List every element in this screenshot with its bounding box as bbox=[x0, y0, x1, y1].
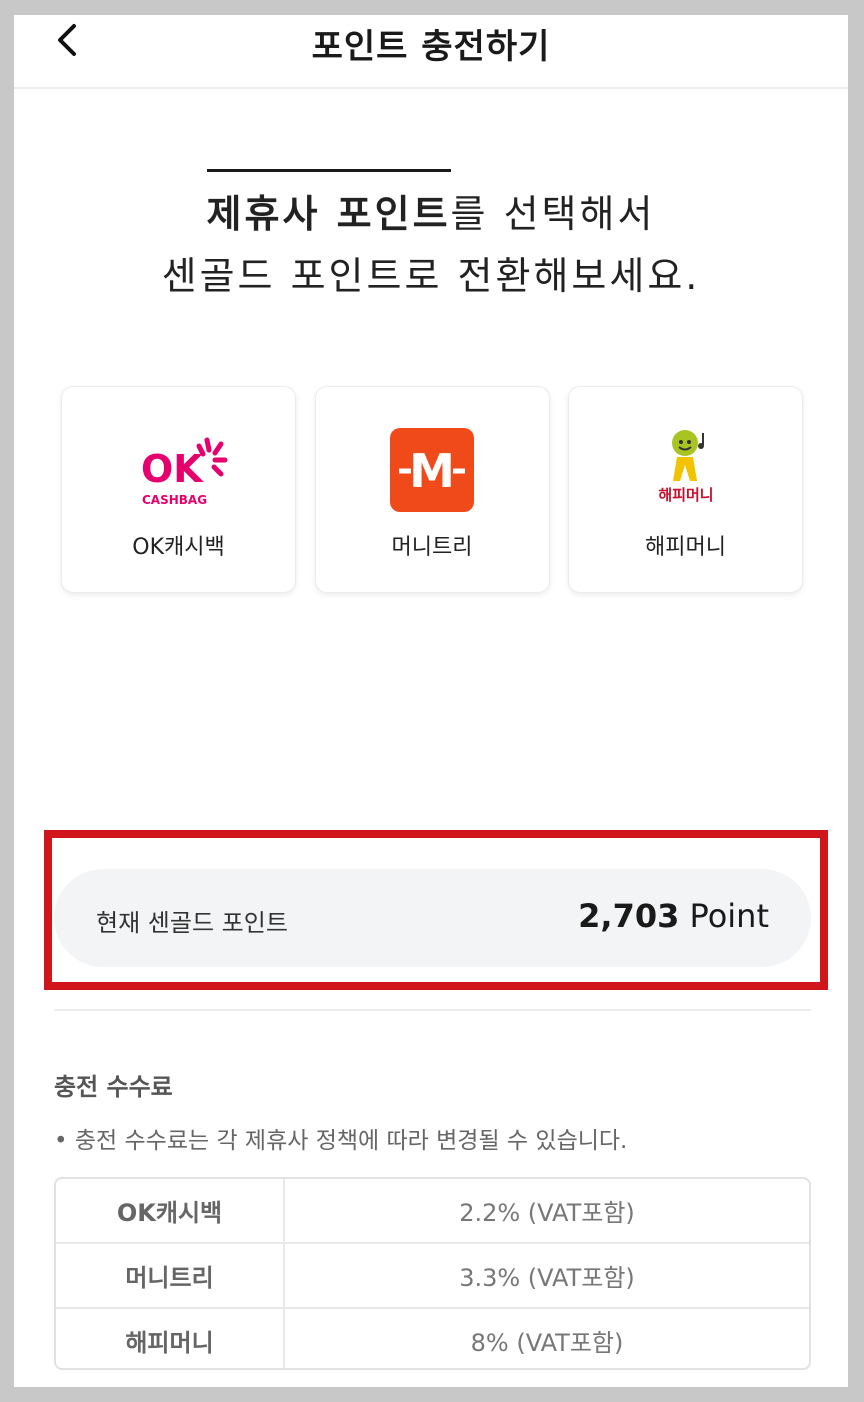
table-row: 머니트리 3.3% (VAT포함) bbox=[56, 1244, 809, 1309]
table-row: OK캐시백 2.2% (VAT포함) bbox=[56, 1179, 809, 1244]
app-screen: 포인트 충전하기 제휴사 포인트를 선택해서 센골드 포인트로 전환해보세요. … bbox=[14, 15, 848, 1387]
svg-text:OK: OK bbox=[141, 447, 204, 491]
divider bbox=[54, 1009, 811, 1011]
partner-name: 머니트리 bbox=[391, 535, 473, 560]
points-unit: Point bbox=[689, 897, 769, 935]
partner-name: OK캐시백 bbox=[132, 535, 225, 560]
svg-text:M: M bbox=[409, 444, 455, 498]
table-row: 해피머니 8% (VAT포함) bbox=[56, 1309, 809, 1368]
fee-rate: 3.3% (VAT포함) bbox=[459, 1264, 635, 1292]
current-points-panel: 현재 센골드 포인트 2,703 Point bbox=[54, 869, 811, 967]
fee-rate: 8% (VAT포함) bbox=[470, 1329, 624, 1357]
fee-note: • 충전 수수료는 각 제휴사 정책에 따라 변경될 수 있습니다. bbox=[54, 1128, 628, 1154]
header-bar: 포인트 충전하기 bbox=[14, 15, 848, 89]
fee-partner-name: 해피머니 bbox=[56, 1309, 285, 1368]
headline-emphasis: 제휴사 포인트 bbox=[206, 192, 451, 236]
headline: 제휴사 포인트를 선택해서 센골드 포인트로 전환해보세요. bbox=[14, 169, 848, 307]
fee-table: OK캐시백 2.2% (VAT포함) 머니트리 3.3% (VAT포함) 해피머… bbox=[54, 1177, 811, 1370]
points-label: 현재 센골드 포인트 bbox=[96, 909, 288, 937]
partner-card-okcashbag[interactable]: OK CASHBAG OK캐시백 bbox=[61, 386, 296, 593]
page-title: 포인트 충전하기 bbox=[311, 27, 551, 67]
svg-text:CASHBAG: CASHBAG bbox=[142, 493, 207, 507]
points-number: 2,703 bbox=[578, 897, 680, 935]
happymoney-logo: 해피머니 bbox=[569, 425, 802, 515]
fee-partner-name: 머니트리 bbox=[56, 1244, 285, 1307]
fee-rate: 2.2% (VAT포함) bbox=[459, 1199, 635, 1227]
partner-list: OK CASHBAG OK캐시백 M 머니트리 해피머니 해피머니 bbox=[61, 386, 803, 594]
partner-name: 해피머니 bbox=[645, 535, 726, 560]
fee-section-title: 충전 수수료 bbox=[54, 1073, 173, 1101]
headline-line1: 를 선택해서 bbox=[450, 192, 656, 236]
fee-partner-name: OK캐시백 bbox=[56, 1179, 285, 1242]
moneytree-logo: M bbox=[316, 425, 549, 515]
points-value: 2,703 Point bbox=[578, 897, 769, 935]
headline-line2: 센골드 포인트로 전환해보세요. bbox=[161, 254, 701, 298]
okcashbag-logo: OK CASHBAG bbox=[62, 425, 295, 515]
svg-text:해피머니: 해피머니 bbox=[658, 486, 713, 504]
partner-card-moneytree[interactable]: M 머니트리 bbox=[314, 386, 550, 593]
partner-card-happymoney[interactable]: 해피머니 해피머니 bbox=[568, 386, 803, 593]
